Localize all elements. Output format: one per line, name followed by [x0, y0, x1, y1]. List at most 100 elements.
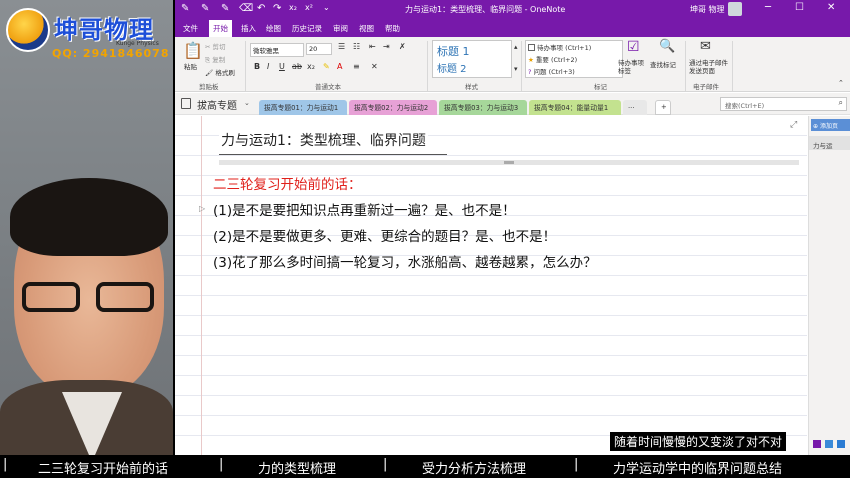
page-title[interactable]: 力与运动1：类型梳理、临界问题: [219, 130, 428, 150]
paste-button[interactable]: 粘贴: [184, 61, 197, 71]
styles-scroll-icon[interactable]: ▴: [514, 43, 518, 51]
user-name[interactable]: 坤哥 物理: [690, 4, 725, 15]
collapse-ribbon-icon[interactable]: ⌃: [838, 79, 844, 87]
chapter-2[interactable]: 力的类型梳理: [258, 458, 336, 477]
style-heading-1[interactable]: 标题 1: [437, 43, 470, 59]
tags-gallery[interactable]: 待办事项 (Ctrl+1) ★ 重要 (Ctrl+2) ? 问题 (Ctrl+3…: [525, 40, 623, 78]
note-line-2[interactable]: (2)是不是要做更多、更难、更综合的题目？是、也不是！: [213, 225, 556, 245]
presenter-glasses: [22, 282, 158, 312]
tab-file[interactable]: 文件: [183, 23, 198, 34]
quick-access-more-icon[interactable]: ⌄: [323, 3, 330, 12]
highlighter-icon[interactable]: ✎: [221, 3, 229, 14]
styles-group-label: 样式: [465, 83, 478, 91]
todo-tag-icon[interactable]: ☑: [627, 39, 640, 55]
page-list-item[interactable]: 力与运: [813, 140, 833, 150]
tag-important[interactable]: ★ 重要 (Ctrl+2): [528, 54, 620, 64]
expand-icon[interactable]: ⤢: [790, 120, 797, 130]
numbering-icon[interactable]: ☷: [353, 42, 360, 51]
chapter-3[interactable]: 受力分析方法梳理: [422, 458, 526, 477]
notebook-name[interactable]: 拔高专题: [197, 97, 237, 112]
close-icon[interactable]: ✕: [827, 2, 835, 13]
subscript-icon[interactable]: x₂: [289, 3, 297, 12]
maximize-icon[interactable]: ☐: [795, 2, 804, 13]
tag-todo-label: 待办事项 (Ctrl+1): [537, 44, 592, 52]
undo-icon[interactable]: ↶: [257, 3, 265, 14]
font-name-select[interactable]: 微软雅黑: [250, 43, 304, 57]
logo-mascot-icon: [6, 8, 50, 52]
highlight-icon[interactable]: ✎: [323, 62, 330, 71]
chevron-down-icon[interactable]: ⌄: [244, 99, 250, 107]
align-icon[interactable]: ≡: [353, 62, 360, 71]
add-section-button[interactable]: +: [655, 100, 671, 115]
format-painter-button[interactable]: 🖌 格式刷: [205, 67, 235, 77]
section-tab-2[interactable]: 拔高专题02：力与运动2: [349, 100, 437, 115]
tab-draw[interactable]: 绘图: [266, 23, 281, 34]
copy-button[interactable]: ⎘ 复制: [205, 54, 225, 65]
eraser-icon[interactable]: ⌫: [239, 3, 253, 14]
chapter-4[interactable]: 力学运动学中的临界问题总结: [613, 458, 782, 477]
indent-icon[interactable]: ⇥: [383, 42, 390, 51]
tab-home[interactable]: 开始: [209, 20, 232, 37]
bing-icon[interactable]: [825, 440, 833, 448]
todo-tag-button[interactable]: 待办事项标签: [618, 59, 650, 75]
sync-icon[interactable]: [837, 440, 845, 448]
style-heading-2[interactable]: 标题 2: [437, 60, 467, 75]
onenote-icon[interactable]: [813, 440, 821, 448]
underline-icon[interactable]: U: [279, 62, 285, 71]
note-container-handle[interactable]: [219, 160, 799, 165]
avatar[interactable]: [728, 2, 742, 16]
page-canvas[interactable]: ⤢ 力与运动1：类型梳理、临界问题 二三轮复习开始前的话： ▷ (1)是不是要把…: [175, 116, 807, 455]
add-page-button[interactable]: ⊕ 添加页: [811, 119, 850, 131]
section-tab-4[interactable]: 拔高专题04：能量动量1: [529, 100, 621, 115]
clear-format-icon[interactable]: ✗: [399, 42, 406, 51]
email-page-button[interactable]: 通过电子邮件发送页面: [689, 59, 729, 75]
cut-button[interactable]: ✂ 剪切: [205, 41, 226, 51]
pen-icon-2[interactable]: ✎: [201, 3, 209, 14]
redo-icon[interactable]: ↷: [273, 3, 281, 14]
channel-logo: 坤哥物理 Kunge Physics QQ: 2941846078: [0, 0, 173, 68]
tab-view[interactable]: 视图: [359, 23, 374, 34]
email-icon[interactable]: ✉: [700, 39, 711, 54]
find-tags-icon[interactable]: 🔍: [659, 39, 675, 54]
subscript-format-icon[interactable]: x₂: [307, 62, 315, 71]
section-tab-1[interactable]: 拔高专题01：力与运动1: [259, 100, 347, 115]
font-size-select[interactable]: 20: [306, 43, 332, 55]
bold-icon[interactable]: B: [254, 62, 260, 71]
font-group-label: 普通文本: [315, 83, 341, 91]
tag-todo[interactable]: 待办事项 (Ctrl+1): [528, 42, 620, 52]
tab-help[interactable]: 帮助: [385, 23, 400, 34]
section-tab-3[interactable]: 拔高专题03：力与运动3: [439, 100, 527, 115]
italic-icon[interactable]: I: [267, 62, 269, 71]
tab-review[interactable]: 审阅: [333, 23, 348, 34]
note-line-1[interactable]: (1)是不是要把知识点再重新过一遍？是、也不是！: [213, 199, 516, 219]
find-tags-button[interactable]: 查找标记: [650, 59, 676, 69]
pen-icon[interactable]: ✎: [181, 3, 189, 14]
paste-icon[interactable]: 📋: [183, 41, 203, 60]
delete-icon[interactable]: ✕: [371, 62, 378, 71]
clipboard-group-label: 剪贴板: [199, 83, 219, 91]
bullets-icon[interactable]: ☰: [338, 42, 345, 51]
styles-more-icon[interactable]: ▾: [514, 65, 518, 73]
note-line-3[interactable]: (3)花了那么多时间搞一轮复习，水涨船高、越卷越累，怎么办？: [213, 251, 597, 271]
cut-label: 剪切: [212, 43, 226, 51]
outdent-icon[interactable]: ⇤: [369, 42, 376, 51]
note-heading[interactable]: 二三轮复习开始前的话：: [213, 173, 362, 193]
minimize-icon[interactable]: ─: [765, 2, 771, 13]
logo-subtitle: Kunge Physics: [116, 40, 159, 47]
search-icon[interactable]: ⌕: [839, 98, 843, 108]
tab-history[interactable]: 历史记录: [292, 23, 322, 34]
chapter-1[interactable]: 二三轮复习开始前的话: [38, 458, 168, 477]
strikethrough-icon[interactable]: ab: [292, 62, 302, 71]
email-group-label: 电子邮件: [693, 83, 719, 91]
tab-insert[interactable]: 插入: [241, 23, 256, 34]
paragraph-handle-icon[interactable]: ▷: [199, 204, 205, 213]
tag-important-label: 重要 (Ctrl+2): [535, 56, 578, 64]
font-color-icon[interactable]: A: [337, 62, 342, 71]
section-tab-more[interactable]: ...: [623, 100, 647, 115]
styles-gallery[interactable]: 标题 1 标题 2: [432, 40, 512, 78]
search-input[interactable]: 搜索(Ctrl+E) ⌕: [720, 97, 847, 111]
superscript-icon[interactable]: x²: [305, 3, 313, 12]
tag-question[interactable]: ? 问题 (Ctrl+3): [528, 66, 620, 76]
tag-question-label: 问题 (Ctrl+3): [533, 68, 575, 76]
onenote-window: ✎ ✎ ✎ ⌫ ↶ ↷ x₂ x² ⌄ 力与运动1：类型梳理、临界问题 - On…: [175, 0, 850, 455]
